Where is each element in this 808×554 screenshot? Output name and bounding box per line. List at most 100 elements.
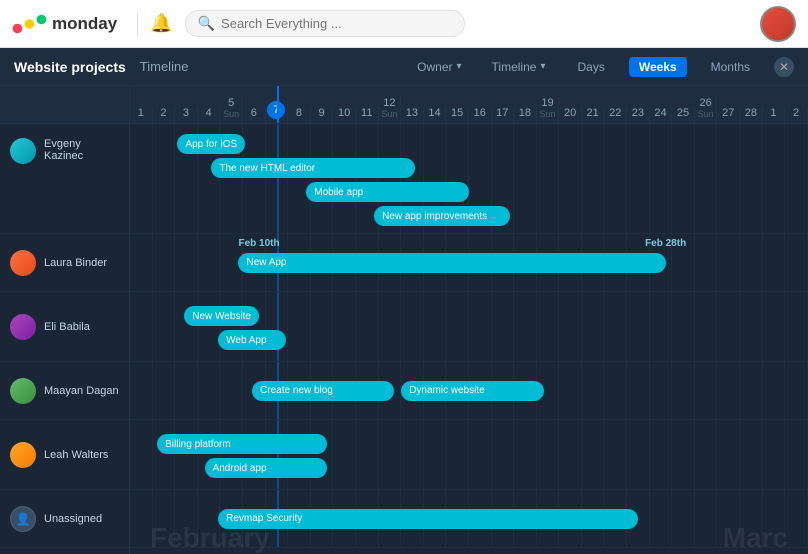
- grid-line: [785, 490, 808, 547]
- grid-line: [379, 292, 402, 361]
- days-view-btn[interactable]: Days: [567, 57, 614, 77]
- gantt-bar-5-0[interactable]: Revmap Security: [218, 509, 638, 529]
- grid-line: [153, 234, 176, 291]
- grid-line: [627, 124, 650, 233]
- date-cell-19-18: 19Sun: [537, 97, 560, 123]
- grid-line: [356, 292, 379, 361]
- grid-line: [650, 124, 673, 233]
- date-label-start: Feb 10th: [238, 238, 279, 249]
- grid-line: [650, 362, 673, 419]
- grid-line: [175, 234, 198, 291]
- grid-line: [672, 490, 695, 547]
- grid-lines-2: [130, 292, 808, 361]
- date-cell-15-14: 15: [446, 107, 469, 123]
- date-cell-8-7: 8: [288, 107, 311, 123]
- grid-line: [717, 234, 740, 291]
- grid-line: [627, 292, 650, 361]
- grid-line: [717, 362, 740, 419]
- grid-line: [153, 124, 176, 233]
- grid-line: [198, 490, 221, 547]
- gantt-bar-4-0[interactable]: Billing platform: [157, 434, 327, 454]
- grid-line: [672, 420, 695, 489]
- avatar-laura: [10, 250, 36, 276]
- date-cell-6-5: 6: [243, 107, 266, 123]
- grid-line: [492, 292, 515, 361]
- grid-line: [198, 362, 221, 419]
- date-cell-28-27: 28: [740, 107, 763, 123]
- user-avatar[interactable]: [760, 6, 796, 42]
- gantt-bar-1-0[interactable]: New App: [238, 253, 665, 273]
- date-cell-17-16: 17: [492, 107, 515, 123]
- grid-line: [559, 124, 582, 233]
- page-title: Website projects: [14, 59, 126, 75]
- gantt-bar-0-0[interactable]: App for iOS: [177, 134, 245, 154]
- grid-line: [650, 292, 673, 361]
- grid-line: [130, 234, 153, 291]
- grid-line: [175, 420, 198, 489]
- grid-line: [220, 420, 243, 489]
- date-cell-18-17: 18: [514, 107, 537, 123]
- grid-line: [130, 420, 153, 489]
- gantt-bar-0-2[interactable]: Mobile app: [306, 182, 469, 202]
- gantt-bar-3-0[interactable]: Create new blog: [252, 381, 394, 401]
- grid-line: [288, 420, 311, 489]
- grid-line: [717, 292, 740, 361]
- sidebar: Evgeny Kazinec Laura Binder Eli Babila M…: [0, 86, 130, 554]
- grid-line: [514, 292, 537, 361]
- person-row-laura: Laura Binder: [0, 234, 129, 292]
- timeline-filter[interactable]: Timeline ▾: [484, 57, 554, 77]
- gantt-bar-2-1[interactable]: Web App: [218, 330, 286, 350]
- grid-line: [424, 420, 447, 489]
- grid-line: [130, 490, 153, 547]
- grid-line: [153, 292, 176, 361]
- timeline-area: Evgeny Kazinec Laura Binder Eli Babila M…: [0, 86, 808, 554]
- weeks-view-btn[interactable]: Weeks: [629, 57, 687, 77]
- date-cell-12-11: 12Sun: [379, 97, 402, 123]
- date-cell-16-15: 16: [469, 107, 492, 123]
- grid-line: [153, 420, 176, 489]
- months-view-btn[interactable]: Months: [701, 57, 760, 77]
- owner-filter[interactable]: Owner ▾: [409, 57, 469, 77]
- search-input[interactable]: [221, 16, 452, 31]
- notifications-icon[interactable]: 🔔: [150, 13, 172, 34]
- grid-line: [763, 292, 786, 361]
- chevron-down-icon: ▾: [540, 61, 545, 72]
- chevron-down-icon: ▾: [457, 61, 462, 72]
- grid-line: [785, 292, 808, 361]
- gantt-bar-0-1[interactable]: The new HTML editor: [211, 158, 414, 178]
- grid-line: [220, 362, 243, 419]
- grid-line: [198, 234, 221, 291]
- date-cell-27-26: 27: [717, 107, 740, 123]
- gantt-bar-3-1[interactable]: Dynamic website: [401, 381, 543, 401]
- gantt-bar-0-3[interactable]: New app improvements: [374, 206, 510, 226]
- date-cell-5-4: 5Sun: [220, 97, 243, 123]
- person-name-laura: Laura Binder: [44, 257, 107, 269]
- today-line-row: [277, 124, 279, 233]
- grid-line: [514, 124, 537, 233]
- grid-line: [537, 292, 560, 361]
- grid-line: [288, 124, 311, 233]
- grid-line: [559, 362, 582, 419]
- date-cell-14-13: 14: [424, 107, 447, 123]
- avatar-maayan: [10, 378, 36, 404]
- close-button[interactable]: ✕: [774, 57, 794, 77]
- person-row-unassigned: 👤 Unassigned: [0, 490, 129, 548]
- grid-line: [356, 420, 379, 489]
- person-row-leah: Leah Walters: [0, 420, 129, 490]
- person-name-leah: Leah Walters: [44, 449, 108, 461]
- grid-line: [763, 362, 786, 419]
- grid-line: [627, 362, 650, 419]
- search-box[interactable]: 🔍: [185, 10, 465, 37]
- grid-line: [492, 420, 515, 489]
- grid-line: [469, 292, 492, 361]
- tab-timeline[interactable]: Timeline: [140, 59, 189, 74]
- grid-line: [763, 124, 786, 233]
- grid-line: [740, 362, 763, 419]
- date-cell-2-29: 2: [785, 107, 808, 123]
- gantt-bar-4-1[interactable]: Android app: [205, 458, 327, 478]
- gantt-bar-2-0[interactable]: New Website: [184, 306, 259, 326]
- grid-line: [130, 292, 153, 361]
- grid-line: [740, 292, 763, 361]
- grid-line: [582, 362, 605, 419]
- grid-line: [446, 292, 469, 361]
